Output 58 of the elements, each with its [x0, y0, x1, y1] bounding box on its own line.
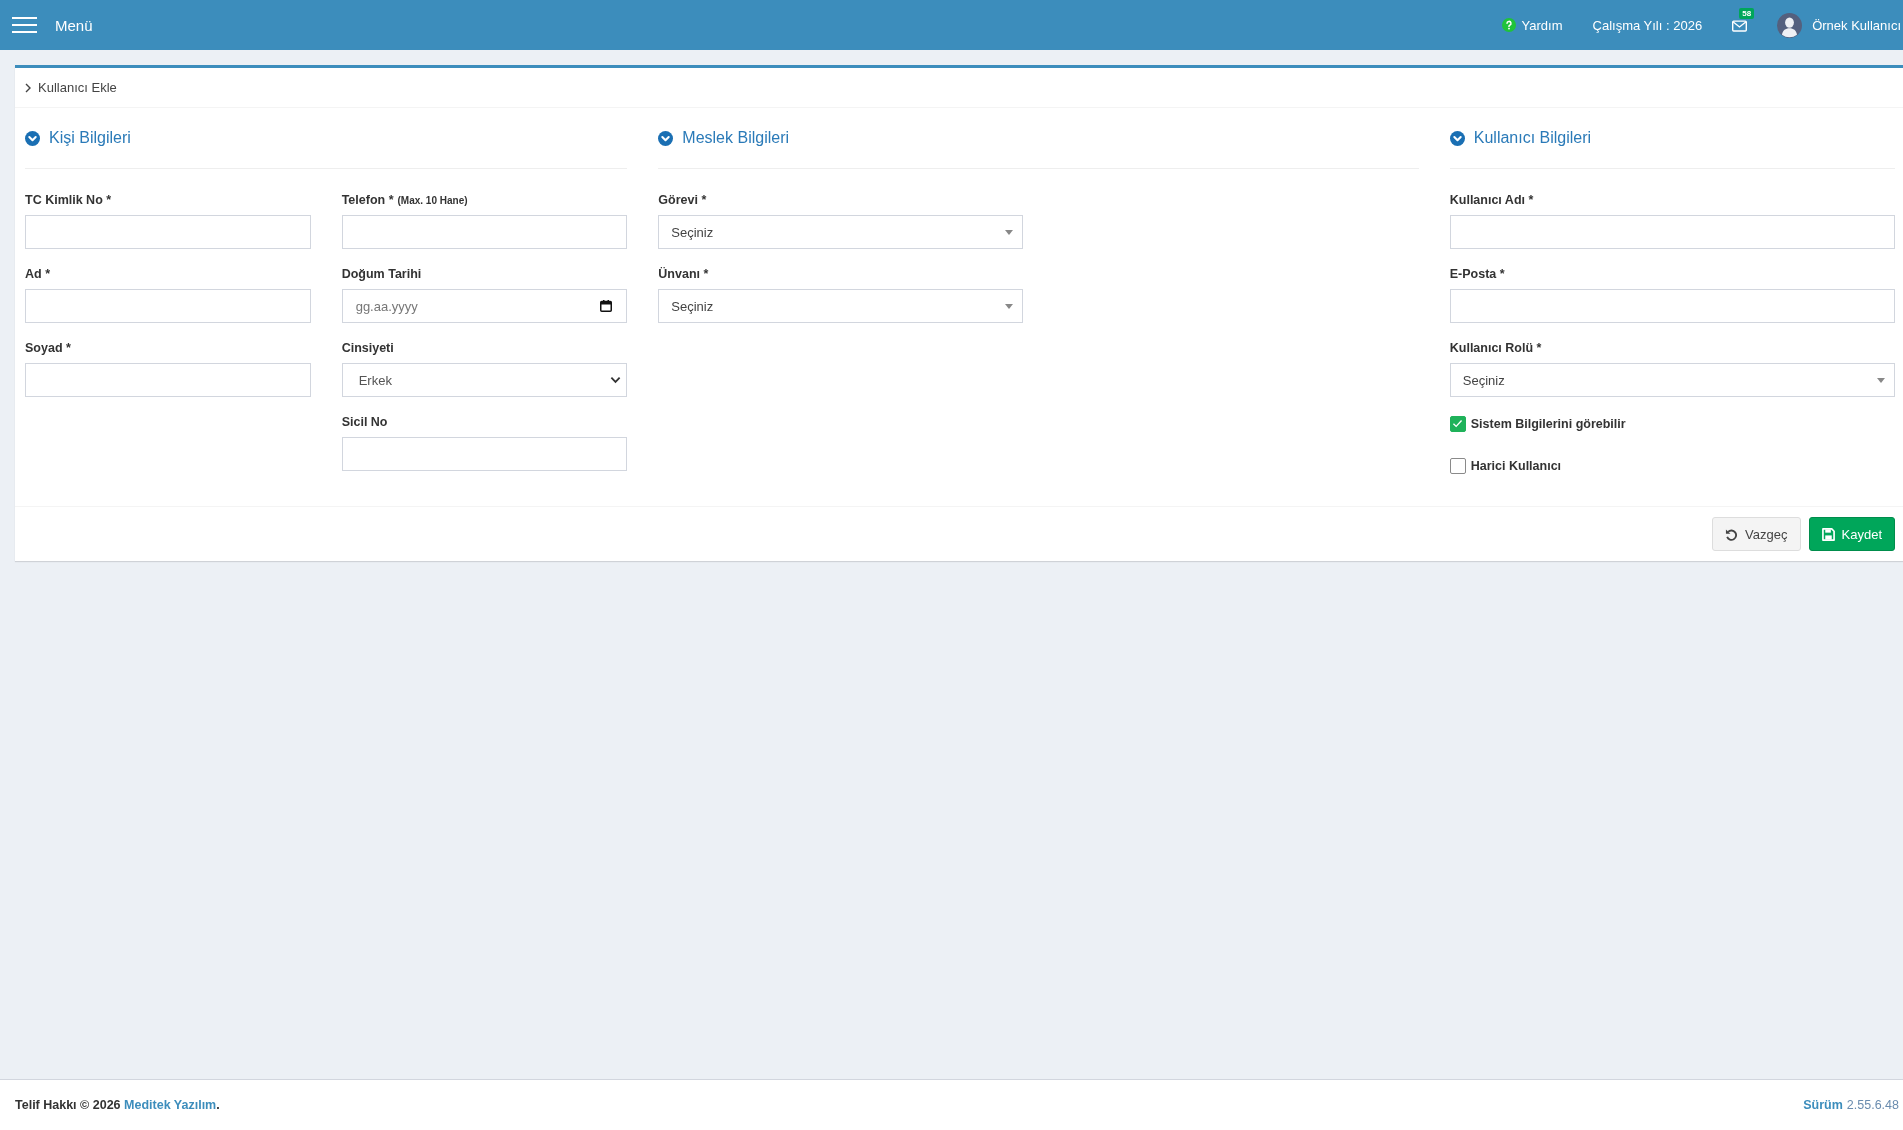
field-label: Doğum Tarihi: [341, 267, 422, 282]
dropdown-field[interactable]: Seçiniz: [658, 215, 1024, 249]
cancel-button[interactable]: Vazgeç: [1712, 517, 1801, 551]
input-field[interactable]: [341, 437, 628, 471]
menu-icon: [12, 17, 37, 33]
chevron-circle-icon: [25, 130, 40, 146]
field-label: TC Kimlik No *: [25, 193, 112, 208]
help-link[interactable]: Yardım: [1501, 17, 1563, 33]
chevron-right-icon: [25, 82, 31, 93]
field-label: Kullanıcı Adı *: [1449, 193, 1534, 208]
chevron-circle-icon: [1449, 130, 1465, 146]
section-title: Kişi Bilgileri: [49, 129, 131, 147]
version-number: 2.55.6.48: [1846, 1098, 1899, 1112]
input-field[interactable]: [25, 289, 311, 323]
copyright-text: Telif Hakkı © 2026 Meditek Yazılım.: [15, 1098, 220, 1112]
field-label: E-Posta *: [1449, 267, 1505, 282]
caret-icon: [1877, 377, 1885, 383]
count-badge: 58: [1739, 8, 1755, 19]
date-field[interactable]: gg.aa.yyyy: [341, 289, 628, 323]
section-title: Meslek Bilgileri: [682, 129, 790, 147]
undo-icon: [1725, 527, 1739, 541]
calendar-icon[interactable]: [600, 300, 613, 312]
field-label: Ad *: [25, 267, 50, 282]
dropdown-field[interactable]: Seçiniz: [658, 289, 1024, 323]
checkbox[interactable]: [1449, 415, 1466, 432]
section-title: Kullanıcı Bilgileri: [1473, 129, 1592, 147]
field-label: Kullanıcı Rolü *: [1449, 341, 1542, 356]
caret-icon: [1005, 229, 1014, 235]
input-field[interactable]: [1449, 289, 1895, 323]
field-label: Sicil No: [341, 415, 388, 430]
input-field[interactable]: [1449, 215, 1895, 249]
menu-button[interactable]: Menü: [12, 16, 93, 34]
field-label: Cinsiyeti: [341, 341, 394, 356]
user-menu-link[interactable]: Örnek Kullanıcı: [1777, 12, 1901, 38]
caret-icon: [1005, 303, 1014, 309]
work-year-link[interactable]: Çalışma Yılı : 2026: [1592, 17, 1703, 33]
dropdown-field[interactable]: Seçiniz: [1449, 363, 1895, 397]
breadcrumb-item: Kullanıcı Ekle: [38, 80, 117, 95]
checkbox[interactable]: [1449, 457, 1466, 474]
checkbox-label: Sistem Bilgilerini görebilir: [1470, 416, 1626, 431]
field-label: Telefon *: [341, 193, 394, 208]
avatar-icon: [1777, 12, 1803, 38]
checkbox-label: Harici Kullanıcı: [1470, 458, 1562, 473]
field-label: Görevi *: [658, 193, 707, 208]
input-field[interactable]: [341, 215, 628, 249]
input-field[interactable]: [25, 215, 311, 249]
select-field[interactable]: Erkek: [341, 363, 628, 397]
check-icon: [1452, 419, 1464, 428]
chevron-down-icon: [610, 376, 622, 384]
field-label: Soyad *: [25, 341, 71, 356]
help-icon: [1501, 18, 1516, 32]
envelope-icon[interactable]: [1732, 20, 1748, 32]
field-label: Ünvanı *: [658, 267, 709, 282]
save-button[interactable]: Kaydet: [1808, 517, 1895, 551]
version-label: Sürüm: [1803, 1098, 1843, 1112]
field-hint: (Max. 10 Hane): [397, 194, 468, 208]
input-field[interactable]: [25, 363, 311, 397]
chevron-circle-icon: [658, 130, 674, 146]
